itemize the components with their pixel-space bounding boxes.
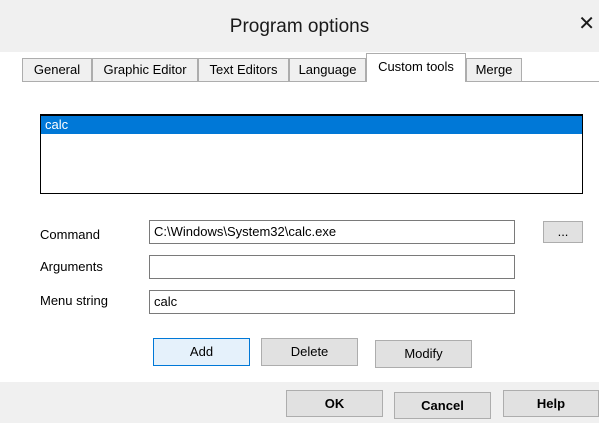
dialog-footer: OK Cancel Help (0, 382, 599, 423)
ok-button[interactable]: OK (286, 390, 383, 417)
tab-graphic-editor[interactable]: Graphic Editor (92, 58, 198, 81)
tab-merge[interactable]: Merge (466, 58, 522, 81)
modify-button[interactable]: Modify (375, 340, 472, 368)
close-icon[interactable]: ✕ (578, 13, 595, 35)
add-button[interactable]: Add (153, 338, 250, 366)
command-label: Command (40, 227, 100, 242)
program-options-dialog: Program options ✕ General Graphic Editor… (0, 0, 599, 423)
cancel-button[interactable]: Cancel (394, 392, 491, 419)
help-button[interactable]: Help (503, 390, 599, 417)
delete-button[interactable]: Delete (261, 338, 358, 366)
browse-button[interactable]: ... (543, 221, 583, 243)
dialog-title: Program options (229, 16, 370, 37)
command-field[interactable]: C:\Windows\System32\calc.exe (149, 220, 515, 244)
custom-tools-list[interactable]: calc (40, 114, 583, 194)
tab-language[interactable]: Language (289, 58, 366, 81)
menu-string-label: Menu string (40, 293, 108, 308)
tab-text-editors[interactable]: Text Editors (198, 58, 289, 81)
arguments-label: Arguments (40, 259, 103, 274)
title-bar: Program options ✕ (0, 0, 599, 52)
tab-general[interactable]: General (22, 58, 92, 81)
menu-string-field[interactable]: calc (149, 290, 515, 314)
list-item[interactable]: calc (41, 116, 582, 134)
tab-strip: General Graphic Editor Text Editors Lang… (22, 52, 599, 82)
tab-custom-tools[interactable]: Custom tools (366, 53, 466, 82)
tab-divider (22, 81, 599, 82)
arguments-field[interactable] (149, 255, 515, 279)
